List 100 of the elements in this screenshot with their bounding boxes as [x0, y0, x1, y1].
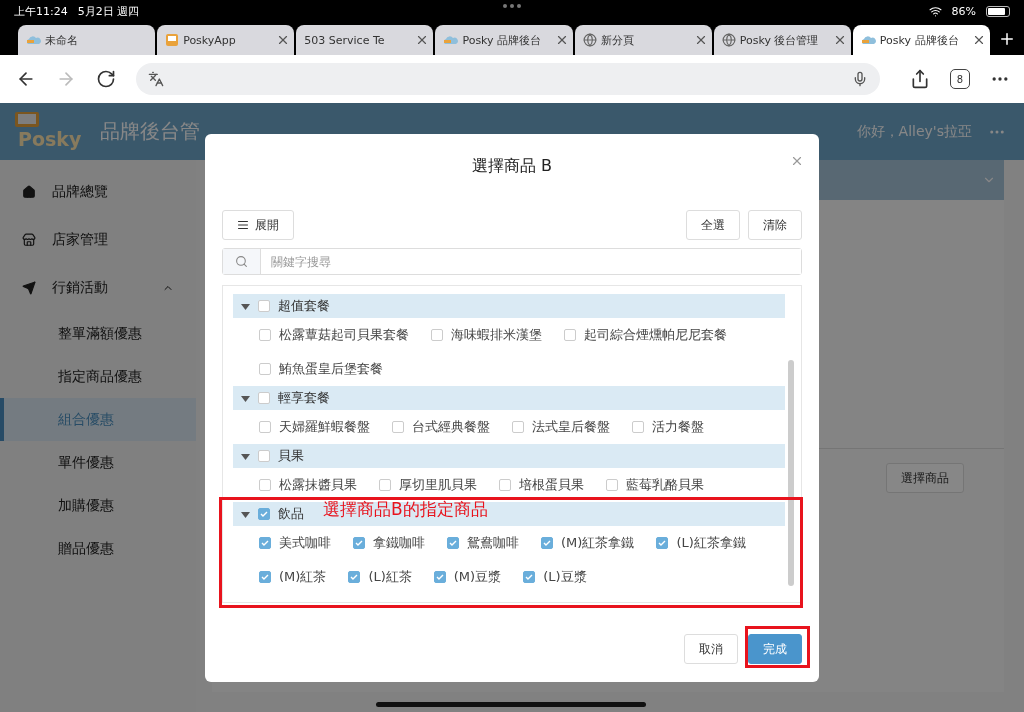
tab-title: 新分頁 — [600, 32, 635, 48]
product-label: 海味蝦排米漢堡 — [451, 326, 542, 344]
wifi-icon — [928, 4, 942, 18]
product-label: 松露蕈菇起司貝果套餐 — [279, 326, 409, 344]
logo-text: Posky — [18, 127, 82, 150]
clear-button[interactable]: 清除 — [748, 210, 802, 240]
sidebar-subitem[interactable]: 整單滿額優惠 — [0, 312, 196, 355]
checkbox[interactable] — [541, 537, 553, 549]
browser-tab[interactable]: 新分頁 — [574, 25, 712, 55]
tab-count[interactable]: 8 — [950, 69, 970, 89]
dialog-title: 選擇商品 B — [471, 155, 553, 177]
browser-tab[interactable]: Posky 品牌後台 — [435, 25, 573, 55]
highlight-frame — [745, 626, 810, 668]
more-dots-icon[interactable] — [503, 4, 521, 8]
checkbox[interactable] — [353, 537, 365, 549]
select-products-button[interactable]: 選擇商品 — [886, 463, 964, 493]
checkbox[interactable] — [431, 329, 443, 341]
checkbox[interactable] — [348, 571, 361, 583]
group-row[interactable]: 貝果 — [233, 444, 785, 468]
sidebar-item[interactable]: 品牌總覽 — [0, 168, 196, 216]
checkbox[interactable] — [512, 421, 524, 433]
product-label: 活力餐盤 — [652, 418, 704, 436]
tab-title: Posky 品牌後台 — [462, 32, 543, 48]
microphone-icon[interactable] — [852, 71, 868, 87]
product-label: (L)紅茶 — [368, 568, 412, 586]
reload-icon[interactable] — [96, 69, 116, 89]
checkbox[interactable] — [564, 329, 576, 341]
group-row[interactable]: 超值套餐 — [233, 294, 785, 318]
product-label: 拿鐵咖啡 — [373, 534, 425, 552]
expand-button[interactable]: 展開 — [222, 210, 294, 240]
checkbox[interactable] — [258, 300, 270, 312]
sidebar-subitem[interactable]: 贈品優惠 — [0, 527, 196, 570]
checkbox[interactable] — [259, 329, 271, 341]
group-label: 輕享套餐 — [278, 389, 330, 407]
cloud-icon — [860, 35, 876, 45]
tab-title: PoskyApp — [183, 33, 237, 47]
sidebar-subitem[interactable]: 指定商品優惠 — [0, 355, 196, 398]
new-tab-icon[interactable] — [998, 30, 1016, 48]
translate-icon[interactable] — [148, 71, 164, 87]
app-icon — [165, 33, 180, 47]
browser-tab[interactable]: Posky 後台管理 — [713, 25, 851, 55]
checkbox[interactable] — [259, 479, 271, 491]
share-icon[interactable] — [910, 69, 930, 89]
checkbox[interactable] — [632, 421, 644, 433]
store-icon — [22, 233, 36, 247]
close-icon[interactable] — [972, 33, 986, 47]
browser-tab[interactable]: PoskyApp — [157, 25, 295, 55]
product-label: 培根蛋貝果 — [519, 476, 584, 494]
product-label: 鴛鴦咖啡 — [467, 534, 519, 552]
checkbox[interactable] — [523, 571, 536, 583]
product-label: (M)紅茶 — [279, 568, 327, 586]
battery-percent: 86% — [951, 4, 976, 18]
checkbox[interactable] — [392, 421, 404, 433]
checkbox[interactable] — [606, 479, 618, 491]
battery-icon — [986, 5, 1010, 17]
globe-icon — [721, 33, 736, 47]
cloud-icon — [443, 35, 459, 45]
select-all-button[interactable]: 全選 — [686, 210, 740, 240]
caret-down-icon[interactable] — [241, 509, 250, 519]
checkbox[interactable] — [259, 421, 271, 433]
checkbox[interactable] — [433, 571, 446, 583]
globe-icon — [582, 33, 597, 47]
checkbox[interactable] — [258, 508, 270, 520]
tab-title: 503 Service Te — [304, 33, 386, 47]
tab-title: Posky 後台管理 — [739, 32, 820, 48]
group-label: 飲品 — [278, 505, 304, 523]
checkbox[interactable] — [499, 479, 511, 491]
caret-down-icon[interactable] — [241, 393, 250, 403]
scrollbar-thumb[interactable] — [788, 360, 794, 586]
app-title: 品牌後台管 — [100, 118, 201, 145]
browser-tab[interactable]: Posky 品牌後台 — [852, 25, 990, 55]
home-icon — [22, 185, 36, 199]
product-label: 美式咖啡 — [279, 534, 331, 552]
checkbox[interactable] — [259, 571, 271, 583]
checkbox[interactable] — [656, 537, 669, 549]
sidebar-item[interactable]: 行銷活動 — [0, 264, 196, 312]
caret-down-icon[interactable] — [241, 451, 250, 461]
paper-plane-icon — [22, 281, 36, 295]
checkbox[interactable] — [259, 537, 271, 549]
product-label: (M)紅茶拿鐵 — [561, 534, 635, 552]
status-time: 上午11:24 — [14, 3, 68, 19]
sidebar-item[interactable]: 店家管理 — [0, 216, 196, 264]
cancel-button[interactable]: 取消 — [684, 634, 738, 664]
browser-tab[interactable]: 未命名 — [18, 25, 156, 55]
address-field[interactable] — [136, 63, 880, 95]
checkbox[interactable] — [258, 392, 270, 404]
product-label: (L)紅茶拿鐵 — [676, 534, 746, 552]
group-row[interactable]: 輕享套餐 — [233, 386, 785, 410]
sidebar-subitem[interactable]: 加購優惠 — [0, 484, 196, 527]
caret-down-icon[interactable] — [241, 301, 250, 311]
sidebar-subitem[interactable]: 單件優惠 — [0, 441, 196, 484]
product-label: 天婦羅鮮蝦餐盤 — [279, 418, 370, 436]
checkbox[interactable] — [379, 479, 391, 491]
checkbox[interactable] — [259, 363, 271, 375]
checkbox[interactable] — [447, 537, 459, 549]
menu-icon — [237, 219, 249, 231]
checkbox[interactable] — [258, 450, 270, 462]
product-label: 台式經典餐盤 — [412, 418, 490, 436]
search-field[interactable]: 關鍵字搜尋 — [222, 248, 802, 275]
browser-tab[interactable]: 503 Service Te — [296, 25, 434, 55]
